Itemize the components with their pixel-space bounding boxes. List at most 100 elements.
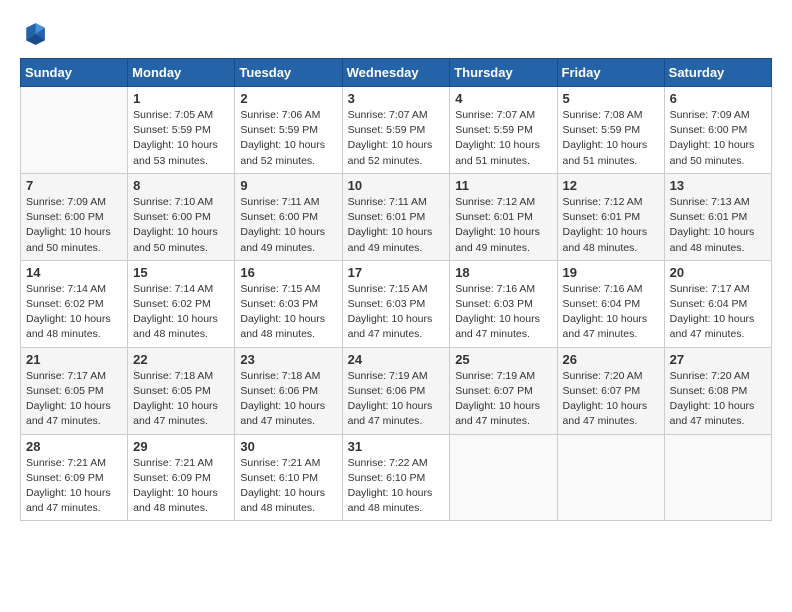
day-number: 6	[670, 91, 766, 106]
day-number: 25	[455, 352, 551, 367]
calendar-cell: 23Sunrise: 7:18 AM Sunset: 6:06 PM Dayli…	[235, 347, 342, 434]
day-info: Sunrise: 7:09 AM Sunset: 6:00 PM Dayligh…	[670, 108, 766, 169]
weekday-header-friday: Friday	[557, 59, 664, 87]
day-info: Sunrise: 7:18 AM Sunset: 6:05 PM Dayligh…	[133, 369, 229, 430]
day-info: Sunrise: 7:19 AM Sunset: 6:06 PM Dayligh…	[348, 369, 445, 430]
weekday-header-saturday: Saturday	[664, 59, 771, 87]
day-number: 24	[348, 352, 445, 367]
day-info: Sunrise: 7:10 AM Sunset: 6:00 PM Dayligh…	[133, 195, 229, 256]
day-info: Sunrise: 7:17 AM Sunset: 6:05 PM Dayligh…	[26, 369, 122, 430]
day-number: 20	[670, 265, 766, 280]
weekday-header-row: SundayMondayTuesdayWednesdayThursdayFrid…	[21, 59, 772, 87]
calendar-week-row: 21 Sunrise: 7:17 AM Sunset: 6:05 PM Dayli…	[21, 347, 772, 434]
calendar-cell: 27 Sunrise: 7:20 AM Sunset: 6:08 PM Dayli…	[664, 347, 771, 434]
calendar-cell: 2 Sunrise: 7:06 AM Sunset: 5:59 PM Daylig…	[235, 87, 342, 174]
day-info: Sunrise: 7:17 AM Sunset: 6:04 PM Dayligh…	[670, 282, 766, 343]
day-number: 3	[348, 91, 445, 106]
day-number: 17	[348, 265, 445, 280]
calendar-cell: 21 Sunrise: 7:17 AM Sunset: 6:05 PM Dayli…	[21, 347, 128, 434]
day-info: Sunrise: 7:11 AM Sunset: 6:00 PM Dayligh…	[240, 195, 336, 256]
calendar-cell: 13 Sunrise: 7:13 AM Sunset: 6:01 PM Dayli…	[664, 173, 771, 260]
calendar-cell	[557, 434, 664, 521]
day-info: Sunrise: 7:05 AM Sunset: 5:59 PM Dayligh…	[133, 108, 229, 169]
day-info: Sunrise: 7:11 AM Sunset: 6:01 PM Dayligh…	[348, 195, 445, 256]
day-number: 10	[348, 178, 445, 193]
calendar-table: SundayMondayTuesdayWednesdayThursdayFrid…	[20, 58, 772, 521]
calendar-cell: 7 Sunrise: 7:09 AM Sunset: 6:00 PM Daylig…	[21, 173, 128, 260]
calendar-cell: 18 Sunrise: 7:16 AM Sunset: 6:03 PM Dayli…	[450, 260, 557, 347]
day-info: Sunrise: 7:15 AM Sunset: 6:03 PM Dayligh…	[240, 282, 336, 343]
calendar-cell: 14 Sunrise: 7:14 AM Sunset: 6:02 PM Dayli…	[21, 260, 128, 347]
day-number: 8	[133, 178, 229, 193]
logo	[20, 20, 52, 48]
day-info: Sunrise: 7:20 AM Sunset: 6:07 PM Dayligh…	[563, 369, 659, 430]
weekday-header-tuesday: Tuesday	[235, 59, 342, 87]
day-number: 7	[26, 178, 122, 193]
calendar-cell: 4 Sunrise: 7:07 AM Sunset: 5:59 PM Daylig…	[450, 87, 557, 174]
page-header	[20, 20, 772, 48]
day-info: Sunrise: 7:16 AM Sunset: 6:03 PM Dayligh…	[455, 282, 551, 343]
day-number: 12	[563, 178, 659, 193]
calendar-cell: 9 Sunrise: 7:11 AM Sunset: 6:00 PM Daylig…	[235, 173, 342, 260]
day-number: 13	[670, 178, 766, 193]
calendar-cell: 19 Sunrise: 7:16 AM Sunset: 6:04 PM Dayli…	[557, 260, 664, 347]
day-info: Sunrise: 7:20 AM Sunset: 6:08 PM Dayligh…	[670, 369, 766, 430]
calendar-cell: 25 Sunrise: 7:19 AM Sunset: 6:07 PM Dayli…	[450, 347, 557, 434]
day-info: Sunrise: 7:14 AM Sunset: 6:02 PM Dayligh…	[133, 282, 229, 343]
calendar-cell: 28 Sunrise: 7:21 AM Sunset: 6:09 PM Dayli…	[21, 434, 128, 521]
day-info: Sunrise: 7:06 AM Sunset: 5:59 PM Dayligh…	[240, 108, 336, 169]
calendar-cell: 5Sunrise: 7:08 AM Sunset: 5:59 PM Daylig…	[557, 87, 664, 174]
calendar-cell	[21, 87, 128, 174]
calendar-cell	[450, 434, 557, 521]
day-info: Sunrise: 7:21 AM Sunset: 6:10 PM Dayligh…	[240, 456, 336, 517]
day-info: Sunrise: 7:08 AM Sunset: 5:59 PM Dayligh…	[563, 108, 659, 169]
day-number: 1	[133, 91, 229, 106]
day-info: Sunrise: 7:21 AM Sunset: 6:09 PM Dayligh…	[26, 456, 122, 517]
day-number: 11	[455, 178, 551, 193]
day-info: Sunrise: 7:07 AM Sunset: 5:59 PM Dayligh…	[455, 108, 551, 169]
day-number: 21	[26, 352, 122, 367]
calendar-cell: 30 Sunrise: 7:21 AM Sunset: 6:10 PM Dayli…	[235, 434, 342, 521]
day-info: Sunrise: 7:14 AM Sunset: 6:02 PM Dayligh…	[26, 282, 122, 343]
calendar-cell: 3 Sunrise: 7:07 AM Sunset: 5:59 PM Daylig…	[342, 87, 450, 174]
day-number: 2	[240, 91, 336, 106]
day-info: Sunrise: 7:21 AM Sunset: 6:09 PM Dayligh…	[133, 456, 229, 517]
day-number: 9	[240, 178, 336, 193]
day-number: 18	[455, 265, 551, 280]
calendar-cell: 17 Sunrise: 7:15 AM Sunset: 6:03 PM Dayli…	[342, 260, 450, 347]
day-number: 27	[670, 352, 766, 367]
weekday-header-thursday: Thursday	[450, 59, 557, 87]
day-number: 28	[26, 439, 122, 454]
day-number: 26	[563, 352, 659, 367]
calendar-cell: 26 Sunrise: 7:20 AM Sunset: 6:07 PM Dayli…	[557, 347, 664, 434]
calendar-header: SundayMondayTuesdayWednesdayThursdayFrid…	[21, 59, 772, 87]
day-info: Sunrise: 7:13 AM Sunset: 6:01 PM Dayligh…	[670, 195, 766, 256]
calendar-cell: 20 Sunrise: 7:17 AM Sunset: 6:04 PM Dayli…	[664, 260, 771, 347]
day-info: Sunrise: 7:18 AM Sunset: 6:06 PM Dayligh…	[240, 369, 336, 430]
weekday-header-wednesday: Wednesday	[342, 59, 450, 87]
day-number: 30	[240, 439, 336, 454]
calendar-cell	[664, 434, 771, 521]
day-info: Sunrise: 7:12 AM Sunset: 6:01 PM Dayligh…	[563, 195, 659, 256]
calendar-cell: 11Sunrise: 7:12 AM Sunset: 6:01 PM Dayli…	[450, 173, 557, 260]
day-number: 15	[133, 265, 229, 280]
day-number: 19	[563, 265, 659, 280]
weekday-header-sunday: Sunday	[21, 59, 128, 87]
calendar-cell: 6 Sunrise: 7:09 AM Sunset: 6:00 PM Daylig…	[664, 87, 771, 174]
day-number: 4	[455, 91, 551, 106]
logo-icon	[20, 20, 48, 48]
calendar-cell: 31Sunrise: 7:22 AM Sunset: 6:10 PM Dayli…	[342, 434, 450, 521]
day-info: Sunrise: 7:16 AM Sunset: 6:04 PM Dayligh…	[563, 282, 659, 343]
calendar-cell: 8 Sunrise: 7:10 AM Sunset: 6:00 PM Daylig…	[128, 173, 235, 260]
calendar-body: 1 Sunrise: 7:05 AM Sunset: 5:59 PM Daylig…	[21, 87, 772, 521]
day-info: Sunrise: 7:09 AM Sunset: 6:00 PM Dayligh…	[26, 195, 122, 256]
calendar-cell: 16Sunrise: 7:15 AM Sunset: 6:03 PM Dayli…	[235, 260, 342, 347]
day-info: Sunrise: 7:22 AM Sunset: 6:10 PM Dayligh…	[348, 456, 445, 517]
day-number: 14	[26, 265, 122, 280]
calendar-week-row: 7 Sunrise: 7:09 AM Sunset: 6:00 PM Daylig…	[21, 173, 772, 260]
day-info: Sunrise: 7:19 AM Sunset: 6:07 PM Dayligh…	[455, 369, 551, 430]
day-info: Sunrise: 7:07 AM Sunset: 5:59 PM Dayligh…	[348, 108, 445, 169]
day-info: Sunrise: 7:15 AM Sunset: 6:03 PM Dayligh…	[348, 282, 445, 343]
calendar-week-row: 1 Sunrise: 7:05 AM Sunset: 5:59 PM Daylig…	[21, 87, 772, 174]
calendar-cell: 29Sunrise: 7:21 AM Sunset: 6:09 PM Dayli…	[128, 434, 235, 521]
